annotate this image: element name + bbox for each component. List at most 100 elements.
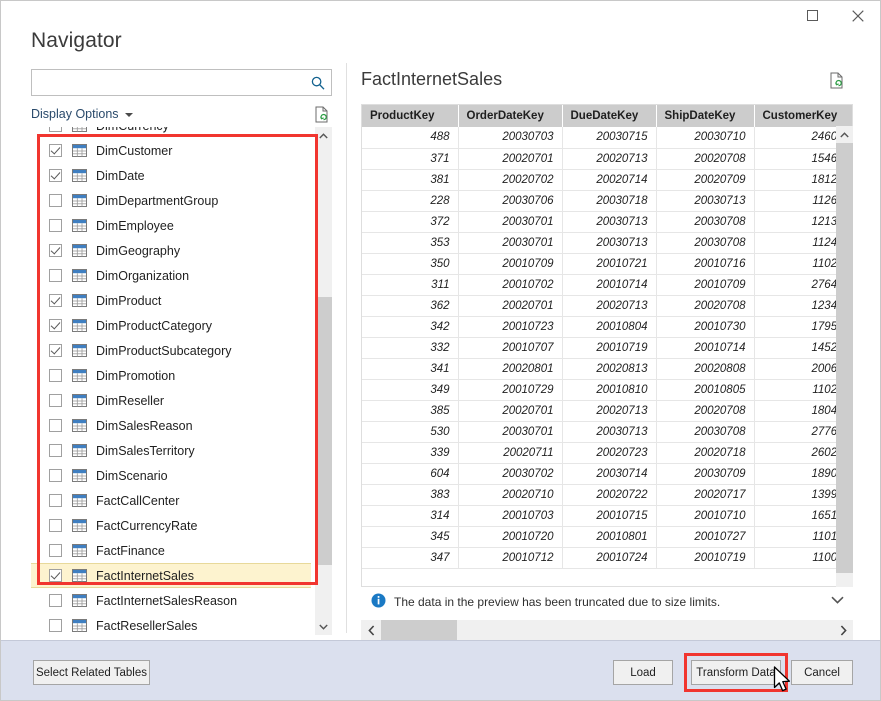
chevron-down-icon <box>124 113 133 117</box>
table-row[interactable]: 381 20020702 20020714 20020709 18125 <box>362 169 852 191</box>
load-button[interactable]: Load <box>613 660 673 685</box>
table-row[interactable]: 385 20020701 20020713 20020708 18047 <box>362 400 852 422</box>
column-header-productkey[interactable]: ProductKey <box>362 105 459 127</box>
checkbox-dimproductcategory[interactable] <box>49 319 62 332</box>
checkbox-factcurrencyrate[interactable] <box>49 519 62 532</box>
tree-item-factresellersales[interactable]: FactResellerSales <box>31 613 311 635</box>
tree-scroll-thumb[interactable] <box>315 297 332 565</box>
grid-hscroll-track[interactable] <box>381 620 833 640</box>
table-row[interactable]: 345 20010720 20010801 20010727 11018 <box>362 526 852 548</box>
table-row[interactable]: 530 20030701 20030713 20030708 27767 <box>362 421 852 443</box>
tree-item-dimgeography[interactable]: DimGeography <box>31 238 311 263</box>
checkbox-dimemployee[interactable] <box>49 219 62 232</box>
info-expand-button[interactable] <box>831 593 851 613</box>
tree-item-factcurrencyrate[interactable]: FactCurrencyRate <box>31 513 311 538</box>
tree-item-factinternetsalesreason[interactable]: FactInternetSalesReason <box>31 588 311 613</box>
table-row[interactable]: 350 20010709 20010721 20010716 11025 <box>362 253 852 275</box>
tree-item-dimdate[interactable]: DimDate <box>31 163 311 188</box>
checkbox-factinternetsales[interactable] <box>49 569 62 582</box>
checkbox-dimproduct[interactable] <box>49 294 62 307</box>
preview-refresh-icon[interactable] <box>829 72 849 92</box>
checkbox-dimorganization[interactable] <box>49 269 62 282</box>
tree-item-factinternetsales[interactable]: FactInternetSales <box>31 563 311 588</box>
display-options-dropdown[interactable]: Display Options <box>31 107 133 121</box>
grid-hscroll-thumb[interactable] <box>381 620 457 640</box>
table-row[interactable]: 347 20010712 20010724 20010719 11007 <box>362 547 852 569</box>
grid-scroll-up-button[interactable] <box>836 126 853 143</box>
data-preview-grid[interactable]: ProductKey OrderDateKey DueDateKey ShipDate… <box>361 104 853 587</box>
checkbox-dimcurrency[interactable] <box>49 127 62 132</box>
tree-scroll-up-button[interactable] <box>315 127 332 144</box>
tree-item-dimpromotion[interactable]: DimPromotion <box>31 363 311 388</box>
checkbox-factinternetsalesreason[interactable] <box>49 594 62 607</box>
tree-item-dimcurrency[interactable]: DimCurrency <box>31 127 311 138</box>
checkbox-dimpromotion[interactable] <box>49 369 62 382</box>
grid-horizontal-scrollbar[interactable] <box>361 620 853 640</box>
tree-item-dimcustomer[interactable]: DimCustomer <box>31 138 311 163</box>
checkbox-dimdate[interactable] <box>49 169 62 182</box>
checkbox-dimreseller[interactable] <box>49 394 62 407</box>
table-row[interactable]: 339 20020711 20020723 20020718 26020 <box>362 442 852 464</box>
table-row[interactable]: 371 20020701 20020713 20020708 15460 <box>362 148 852 170</box>
table-row[interactable]: 353 20030701 20030713 20030708 11245 <box>362 232 852 254</box>
cancel-button[interactable]: Cancel <box>791 660 853 685</box>
column-header-duedatekey[interactable]: DueDateKey <box>562 105 657 127</box>
tree-item-factcallcenter[interactable]: FactCallCenter <box>31 488 311 513</box>
checkbox-dimdepartmentgroup[interactable] <box>49 194 62 207</box>
table-tree[interactable]: DimCurrency DimCustomer DimDate DimDepartme… <box>31 127 332 635</box>
table-row[interactable]: 314 20010703 20010715 20010710 16517 <box>362 505 852 527</box>
select-related-tables-button[interactable]: Select Related Tables <box>33 660 150 685</box>
checkbox-dimsalesreason[interactable] <box>49 419 62 432</box>
checkbox-factfinance[interactable] <box>49 544 62 557</box>
table-row[interactable]: 228 20030706 20030718 20030713 11264 <box>362 190 852 212</box>
table-row[interactable]: 372 20030701 20030713 20030708 12132 <box>362 211 852 233</box>
navigator-dialog: Navigator Display Options DimCustomer Di… <box>0 0 881 701</box>
grid-scroll-right-button[interactable] <box>833 620 853 640</box>
close-button[interactable] <box>835 1 880 30</box>
checkbox-dimscenario[interactable] <box>49 469 62 482</box>
table-cell: 20030714 <box>562 463 657 485</box>
checkbox-dimproductsubcategory[interactable] <box>49 344 62 357</box>
checkbox-factresellersales[interactable] <box>49 619 62 632</box>
column-header-pro[interactable]: Pro <box>852 105 853 127</box>
checkbox-dimcustomer[interactable] <box>49 144 62 157</box>
table-row[interactable]: 383 20020710 20020722 20020717 13993 <box>362 484 852 506</box>
tree-item-dimsalesreason[interactable]: DimSalesReason <box>31 413 311 438</box>
checkbox-dimgeography[interactable] <box>49 244 62 257</box>
grid-vertical-scrollbar[interactable] <box>836 126 853 587</box>
tree-item-dimdepartmentgroup[interactable]: DimDepartmentGroup <box>31 188 311 213</box>
transform-data-button[interactable]: Transform Data <box>691 660 781 685</box>
tree-item-dimproduct[interactable]: DimProduct <box>31 288 311 313</box>
tree-item-dimproductcategory[interactable]: DimProductCategory <box>31 313 311 338</box>
tree-item-dimsalesterritory[interactable]: DimSalesTerritory <box>31 438 311 463</box>
search-input[interactable] <box>32 70 305 95</box>
grid-scroll-thumb[interactable] <box>836 143 853 573</box>
table-row[interactable]: 341 20020801 20020813 20020808 20062 <box>362 358 852 380</box>
refresh-preview-icon[interactable] <box>312 104 332 124</box>
table-row[interactable]: 488 20030703 20030715 20030710 24604 <box>362 127 852 149</box>
search-box[interactable] <box>31 69 332 96</box>
grid-scroll-left-button[interactable] <box>361 620 381 640</box>
checkbox-dimsalesterritory[interactable] <box>49 444 62 457</box>
table-row[interactable]: 604 20030702 20030714 20030709 18906 <box>362 463 852 485</box>
tree-item-factfinance[interactable]: FactFinance <box>31 538 311 563</box>
tree-item-dimorganization[interactable]: DimOrganization <box>31 263 311 288</box>
column-header-shipdatekey[interactable]: ShipDateKey <box>656 105 755 127</box>
column-header-customerkey[interactable]: CustomerKey <box>754 105 852 127</box>
table-row[interactable]: 362 20020701 20020713 20020708 12349 <box>362 295 852 317</box>
maximize-button[interactable] <box>790 1 835 30</box>
tree-item-dimproductsubcategory[interactable]: DimProductSubcategory <box>31 338 311 363</box>
tree-scrollbar[interactable] <box>315 127 332 635</box>
tree-item-dimreseller[interactable]: DimReseller <box>31 388 311 413</box>
column-header-orderdatekey[interactable]: OrderDateKey <box>458 105 563 127</box>
table-row[interactable]: 342 20010723 20010804 20010730 17956 <box>362 316 852 338</box>
search-icon[interactable] <box>305 70 331 95</box>
table-icon <box>72 294 87 307</box>
table-row[interactable]: 311 20010702 20010714 20010709 27645 <box>362 274 852 296</box>
tree-item-dimscenario[interactable]: DimScenario <box>31 463 311 488</box>
table-row[interactable]: 349 20010729 20010810 20010805 11028 <box>362 379 852 401</box>
tree-item-dimemployee[interactable]: DimEmployee <box>31 213 311 238</box>
checkbox-factcallcenter[interactable] <box>49 494 62 507</box>
table-row[interactable]: 332 20010707 20010719 20010714 14520 <box>362 337 852 359</box>
tree-scroll-down-button[interactable] <box>315 618 332 635</box>
